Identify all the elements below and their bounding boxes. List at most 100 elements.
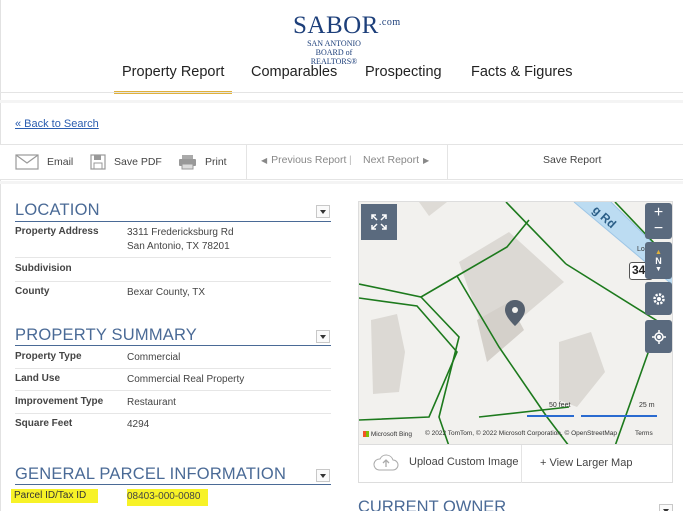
- toolbar-separator: [246, 145, 247, 179]
- main-nav: Property Report Comparables Prospecting …: [0, 58, 683, 94]
- location-title: LOCATION: [15, 201, 100, 219]
- nav-divider: [0, 92, 683, 93]
- row-parcel-id: Parcel ID/Tax ID 08403-000-0080: [11, 489, 331, 507]
- row-improvement-type: Improvement Type Restaurant: [15, 396, 331, 414]
- gear-icon: [652, 292, 665, 305]
- fullscreen-button[interactable]: [361, 204, 397, 240]
- map-terms-link[interactable]: Terms: [635, 430, 653, 437]
- address-line2: San Antonio, TX 78201: [127, 240, 230, 252]
- windows-icon: [363, 431, 369, 437]
- building: [559, 332, 605, 407]
- previous-report-label: Previous Report: [271, 154, 347, 166]
- map-footer-separator: [521, 445, 522, 483]
- owner-collapse-toggle[interactable]: [659, 504, 673, 511]
- building: [371, 314, 405, 394]
- address-line1: 3311 Fredericksburg Rd: [127, 227, 234, 238]
- save-report-label: Save Report: [543, 154, 602, 166]
- tab-prospecting[interactable]: Prospecting: [365, 64, 442, 94]
- envelope-icon: [15, 154, 39, 170]
- map-settings-button[interactable]: [645, 282, 672, 315]
- summary-rule: [15, 345, 331, 346]
- cloud-upload-icon: [373, 454, 399, 471]
- compass-label: N: [655, 255, 662, 266]
- floppy-icon: [90, 154, 106, 170]
- toolbar-separator: [447, 145, 448, 179]
- logo-suffix: .com: [378, 17, 401, 28]
- map-attribution: © 2022 TomTom, © 2022 Microsoft Corporat…: [425, 430, 618, 437]
- view-larger-map-link[interactable]: + View Larger Map: [540, 457, 632, 469]
- back-to-search-link[interactable]: « Back to Search: [15, 118, 99, 130]
- tab-property-report[interactable]: Property Report: [113, 64, 233, 94]
- subdivision-label: Subdivision: [15, 263, 72, 274]
- property-summary-title: PROPERTY SUMMARY: [15, 326, 197, 344]
- save-pdf-button[interactable]: Save PDF: [90, 154, 162, 170]
- print-button[interactable]: Print: [178, 154, 227, 170]
- email-label: Email: [47, 156, 74, 168]
- location-rule: [15, 221, 331, 222]
- property-type-value: Commercial: [127, 352, 181, 363]
- toolbar-strip: [0, 181, 683, 184]
- row-property-type: Property Type Commercial: [15, 351, 331, 369]
- chevron-right-icon: ▶: [423, 155, 430, 165]
- zoom-out-button[interactable]: −: [654, 221, 663, 237]
- band: [0, 100, 683, 103]
- row-subdivision: Subdivision: [15, 263, 331, 282]
- improvement-type-label: Improvement Type: [15, 396, 104, 407]
- tab-comparables[interactable]: Comparables: [251, 64, 337, 94]
- parcel-collapse-toggle[interactable]: [316, 469, 330, 482]
- land-use-label: Land Use: [15, 373, 61, 384]
- map-canvas: [359, 202, 672, 444]
- logo-main: SABOR.com: [293, 10, 403, 39]
- save-report-button[interactable]: Save Report: [543, 154, 601, 166]
- upload-custom-image-button[interactable]: Upload Custom Image: [373, 453, 518, 471]
- save-pdf-label: Save PDF: [114, 156, 162, 168]
- general-parcel-title: GENERAL PARCEL INFORMATION: [15, 465, 287, 483]
- next-report-button[interactable]: Next Report ▶: [363, 154, 429, 166]
- square-feet-label: Square Feet: [15, 418, 73, 429]
- parcel-id-value: 08403-000-0080: [127, 489, 209, 506]
- property-address-label: Property Address: [15, 226, 99, 237]
- compass-south-icon: ▼: [655, 265, 662, 273]
- chevron-left-icon: ◀: [261, 155, 268, 165]
- previous-report-button[interactable]: ◀ Previous Report: [261, 154, 346, 166]
- compass-north-icon: ▲: [655, 248, 662, 256]
- location-collapse-toggle[interactable]: [316, 205, 330, 218]
- logo-text: SABOR: [293, 12, 379, 39]
- report-toolbar: Email Save PDF Print ◀ Previous Report |…: [0, 144, 683, 180]
- print-label: Print: [205, 156, 227, 168]
- square-feet-value: 4294: [127, 419, 150, 430]
- zoom-in-button[interactable]: +: [654, 205, 663, 221]
- report-nav-divider: |: [349, 154, 352, 166]
- logo-sub-line1: SAN ANTONIO: [307, 39, 361, 48]
- scale-meters-label: 25 m: [639, 402, 655, 409]
- bing-logo-text: Microsoft Bing: [370, 431, 412, 438]
- property-map[interactable]: g Rd 34 Loc 50 feet 25 m Microsoft Bing …: [358, 201, 673, 445]
- row-property-address: Property Address 3311 Fredericksburg Rd S…: [15, 226, 331, 258]
- zoom-controls: + −: [645, 203, 672, 239]
- tab-facts-figures[interactable]: Facts & Figures: [471, 64, 573, 94]
- property-type-label: Property Type: [15, 351, 82, 362]
- next-report-label: Next Report: [363, 154, 420, 166]
- row-land-use: Land Use Commercial Real Property: [15, 373, 331, 391]
- crosshair-icon: [651, 329, 666, 344]
- row-square-feet: Square Feet 4294: [15, 418, 331, 436]
- email-button[interactable]: Email: [15, 154, 73, 170]
- improvement-type-value: Restaurant: [127, 397, 176, 408]
- expand-icon: [371, 214, 387, 230]
- locate-me-button[interactable]: [645, 320, 672, 353]
- compass-button[interactable]: ▲ N ▼: [645, 242, 672, 279]
- current-owner-title: CURRENT OWNER: [358, 498, 507, 511]
- summary-collapse-toggle[interactable]: [316, 330, 330, 343]
- map-footer: Upload Custom Image + View Larger Map: [358, 445, 673, 483]
- parcel-id-label: Parcel ID/Tax ID: [11, 489, 99, 503]
- printer-icon: [179, 155, 196, 170]
- land-use-value: Commercial Real Property: [127, 374, 245, 385]
- scale-feet-label: 50 feet: [549, 402, 571, 409]
- sabor-logo[interactable]: SABOR.com SAN ANTONIO BOARD of REALTORS®: [293, 10, 403, 67]
- county-label: County: [15, 286, 50, 297]
- row-county: County Bexar County, TX: [15, 286, 331, 303]
- parcel-rule: [15, 484, 331, 485]
- bing-logo: Microsoft Bing: [363, 431, 412, 438]
- building: [419, 202, 447, 216]
- upload-custom-image-label: Upload Custom Image: [409, 456, 519, 468]
